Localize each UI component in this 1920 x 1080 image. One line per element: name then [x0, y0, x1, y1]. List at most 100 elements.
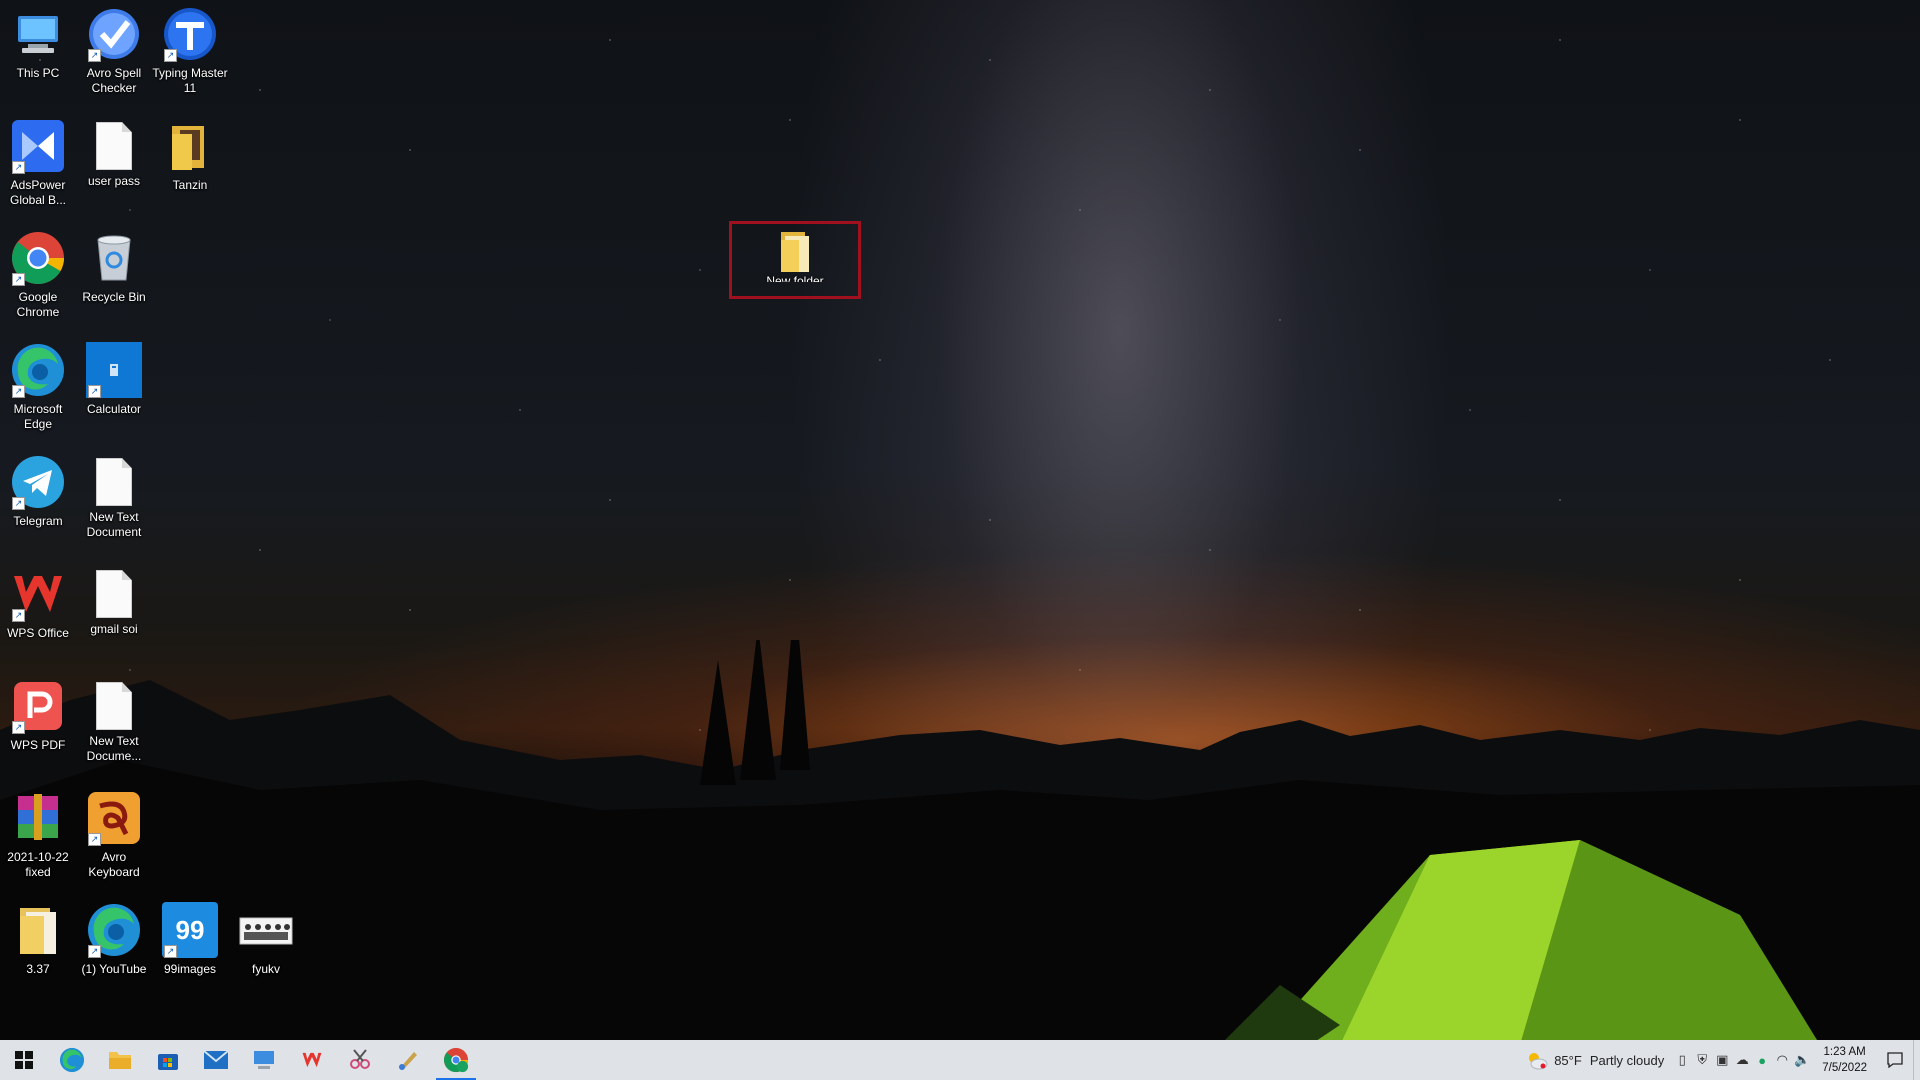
taskbar-edge-button[interactable]: [48, 1040, 96, 1080]
notification-center-icon[interactable]: [1877, 1040, 1913, 1080]
edge-icon: ↗: [86, 902, 142, 958]
desktop-icon-label: New Text Docume...: [86, 734, 142, 763]
desktop-icon-label: (1) YouTube: [81, 962, 147, 976]
wps-pdf-icon: ↗: [10, 678, 66, 734]
clock[interactable]: 1:23 AM 7/5/2022: [1812, 1044, 1877, 1076]
taskbar-wps-office-button[interactable]: [288, 1040, 336, 1080]
desktop-icon-typing-master[interactable]: ↗ Typing Master 11: [152, 6, 228, 96]
99images-icon: 99 ↗: [162, 902, 218, 958]
desktop-icon-label: gmail soi: [90, 622, 138, 636]
taskbar-file-explorer-button[interactable]: [96, 1040, 144, 1080]
desktop-icon-avro-keyboard[interactable]: ↗ Avro Keyboard: [76, 790, 152, 880]
usb-device-icon[interactable]: ▯: [1672, 1040, 1692, 1080]
folder-icon: [162, 118, 218, 174]
clock-time: 1:23 AM: [1823, 1046, 1866, 1058]
desktop-icon-youtube[interactable]: ↗ (1) YouTube: [76, 902, 152, 977]
weather-widget[interactable]: 85°F Partly cloudy: [1518, 1040, 1672, 1080]
desktop-icon-user-pass[interactable]: user pass: [76, 118, 152, 189]
start-button[interactable]: [0, 1040, 48, 1080]
partly-cloudy-icon: [1529, 1053, 1548, 1070]
mail-icon: [204, 1051, 228, 1069]
telegram-icon: ↗: [10, 454, 66, 510]
chrome-icon: ↗: [10, 230, 66, 286]
desktop-icon-label: 2021-10-22 fixed: [7, 850, 69, 879]
desktop-icon-label: WPS Office: [7, 626, 69, 640]
wifi-icon[interactable]: ◠: [1772, 1040, 1792, 1080]
snipping-tool-icon: [350, 1049, 370, 1069]
wps-office-icon: [302, 1052, 322, 1068]
desktop-icon-tanzin[interactable]: Tanzin: [152, 118, 228, 193]
desktop-icon-label: Typing Master 11: [152, 66, 228, 95]
desktop-icon-microsoft-edge[interactable]: ↗ Microsoft Edge: [0, 342, 76, 432]
desktop-icon-wps-pdf[interactable]: ↗ WPS PDF: [0, 678, 76, 753]
desktop-icon-this-pc[interactable]: This PC: [0, 6, 76, 81]
desktop-icon-calculator[interactable]: ↗ Calculator: [76, 342, 152, 417]
text-file-icon: [96, 682, 132, 730]
security-shield-icon[interactable]: ⛨: [1692, 1040, 1712, 1080]
display-icon[interactable]: ▣: [1712, 1040, 1732, 1080]
shortcut-arrow-icon: ↗: [12, 609, 25, 622]
text-file-icon: [96, 458, 132, 506]
desktop-icon-avro-spell-checker[interactable]: ↗ Avro Spell Checker: [76, 6, 152, 96]
desktop-icon-google-chrome[interactable]: ↗ Google Chrome: [0, 230, 76, 320]
image-file-icon: [238, 902, 294, 958]
desktop-icon-3-37[interactable]: 3.37: [0, 902, 76, 977]
microsoft-store-icon: [158, 1054, 178, 1070]
taskbar-mail-button[interactable]: [192, 1040, 240, 1080]
shortcut-arrow-icon: ↗: [12, 273, 25, 286]
this-pc-icon: [254, 1051, 274, 1069]
text-file-icon: [96, 570, 132, 618]
adspower-icon: ↗: [10, 118, 66, 174]
taskbar-paint-button[interactable]: [384, 1040, 432, 1080]
taskbar-this-pc-button[interactable]: [240, 1040, 288, 1080]
green-app-icon[interactable]: ●: [1752, 1040, 1772, 1080]
taskbar-store-button[interactable]: [144, 1040, 192, 1080]
windows-start-icon: [15, 1051, 33, 1069]
onedrive-icon[interactable]: ☁: [1732, 1040, 1752, 1080]
file-explorer-icon: [109, 1052, 131, 1069]
desktop-icon-label: Telegram: [13, 514, 63, 528]
volume-icon[interactable]: 🔈: [1792, 1040, 1812, 1080]
clock-date: 7/5/2022: [1822, 1062, 1867, 1074]
selection-highlight: [729, 221, 861, 299]
this-pc-icon: [10, 6, 66, 62]
desktop-icon-fyukv[interactable]: fyukv: [228, 902, 304, 977]
desktop-icon-label: Avro Keyboard: [88, 850, 140, 879]
calculator-icon: ↗: [86, 342, 142, 398]
desktop-icon-label: user pass: [87, 174, 141, 188]
desktop-icon-adspower[interactable]: ↗ AdsPower Global B...: [0, 118, 76, 208]
typing-master-icon: ↗: [162, 6, 218, 62]
desktop-icon-2021-10-22-fixed[interactable]: 2021-10-22 fixed: [0, 790, 76, 880]
shortcut-arrow-icon: ↗: [88, 385, 101, 398]
wallpaper-tent: [1225, 840, 1817, 1040]
edge-icon: ↗: [10, 342, 66, 398]
desktop-icon-wps-office[interactable]: ↗ WPS Office: [0, 566, 76, 641]
desktop-icon-label: 99images: [163, 962, 217, 976]
shortcut-arrow-icon: ↗: [88, 49, 101, 62]
shortcut-arrow-icon: ↗: [164, 49, 177, 62]
text-file-icon: [96, 122, 132, 170]
desktop-icon-label: WPS PDF: [10, 738, 66, 752]
taskbar-snipping-tool-button[interactable]: [336, 1040, 384, 1080]
desktop-icon-label: Tanzin: [172, 178, 208, 192]
desktop[interactable]: This PC ↗ AdsPower Global B... ↗ Google …: [0, 0, 1920, 1040]
desktop-icon-label: Google Chrome: [16, 290, 60, 319]
desktop-icon-99images[interactable]: 99 ↗ 99images: [152, 902, 228, 977]
shortcut-arrow-icon: ↗: [12, 161, 25, 174]
desktop-icon-label: AdsPower Global B...: [9, 178, 67, 207]
taskbar: 85°F Partly cloudy ▯ ⛨ ▣ ☁ ● ◠ 🔈 1:23 AM…: [0, 1040, 1920, 1080]
desktop-icon-label: This PC: [16, 66, 60, 80]
desktop-icon-label: Microsoft Edge: [13, 402, 63, 431]
desktop-icon-new-text-document[interactable]: New Text Document: [76, 454, 152, 540]
desktop-icon-recycle-bin[interactable]: Recycle Bin: [76, 230, 152, 305]
shortcut-arrow-icon: ↗: [88, 945, 101, 958]
taskbar-chrome-button[interactable]: [432, 1040, 480, 1080]
desktop-icon-label: 3.37: [26, 962, 50, 976]
desktop-icon-telegram[interactable]: ↗ Telegram: [0, 454, 76, 529]
paint-icon: [399, 1052, 417, 1070]
recycle-bin-icon: [86, 230, 142, 286]
system-tray: 85°F Partly cloudy ▯ ⛨ ▣ ☁ ● ◠ 🔈 1:23 AM…: [1518, 1040, 1920, 1080]
desktop-icon-new-text-document-2[interactable]: New Text Docume...: [76, 678, 152, 764]
desktop-icon-gmail-soi[interactable]: gmail soi: [76, 566, 152, 637]
show-desktop-button[interactable]: [1913, 1040, 1920, 1080]
